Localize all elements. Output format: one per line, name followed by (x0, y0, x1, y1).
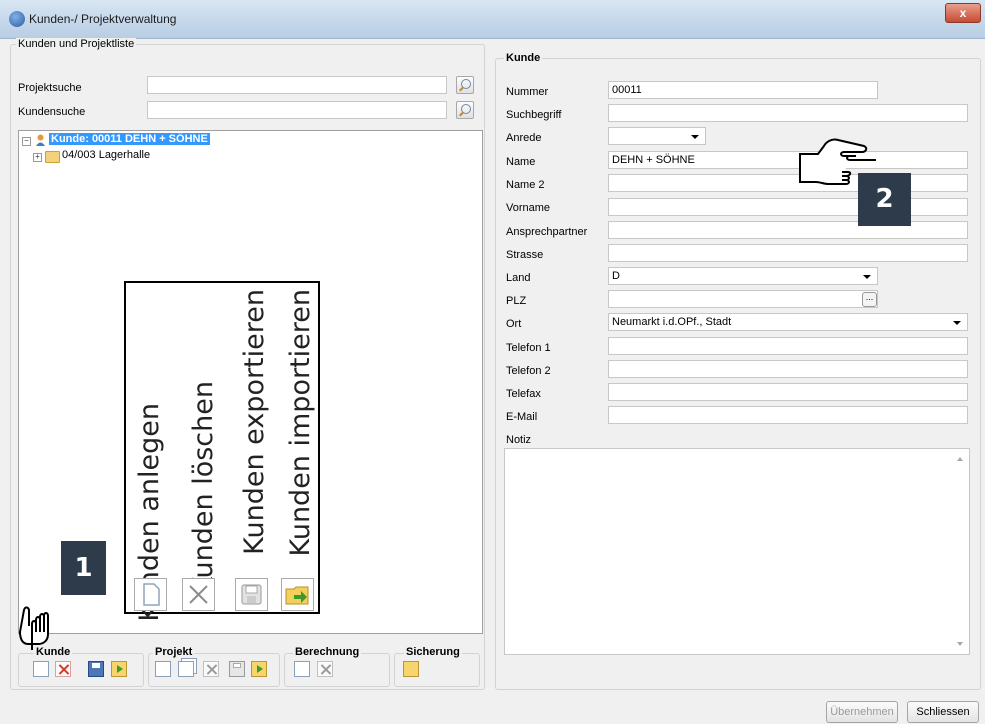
new-customer-button[interactable] (33, 661, 49, 677)
vorname-label: Vorname (506, 202, 551, 214)
delete-calculation-button[interactable] (317, 661, 333, 677)
window-title: Kunden-/ Projektverwaltung (29, 12, 177, 26)
close-window-button[interactable]: x (945, 3, 981, 23)
ansprechpartner-field[interactable] (608, 221, 968, 239)
nummer-field[interactable]: 00011 (608, 81, 878, 99)
chevron-down-icon (863, 275, 871, 279)
delete-project-button[interactable] (203, 661, 219, 677)
customer-form-legend: Kunde (504, 52, 543, 64)
new-calculation-button[interactable] (294, 661, 310, 677)
import-project-button[interactable] (251, 661, 267, 677)
name-label: Name (506, 156, 536, 168)
tree-item-project[interactable]: 04/003 Lagerhalle (62, 149, 150, 161)
kunde-toolbar-label: Kunde (34, 646, 73, 658)
customer-search-label: Kundensuche (18, 106, 86, 118)
save-icon (235, 578, 268, 611)
plz-label: PLZ (506, 295, 527, 307)
chevron-down-icon (953, 321, 961, 325)
import-folder-icon (281, 578, 314, 611)
tree-collapse-toggle[interactable]: − (22, 137, 31, 146)
land-label: Land (506, 272, 531, 284)
ort-label: Ort (506, 318, 522, 330)
callout-label-delete: Kunden löschen (188, 381, 219, 595)
strasse-label: Strasse (506, 249, 544, 261)
import-customer-button[interactable] (111, 661, 127, 677)
tree-expand-toggle[interactable]: + (33, 153, 42, 162)
suchbegriff-field[interactable] (608, 104, 968, 122)
sicherung-toolbar-label: Sicherung (404, 646, 462, 658)
folder-icon (45, 151, 60, 163)
projekt-toolbar-label: Projekt (153, 646, 195, 658)
title-bar: Kunden-/ Projektverwaltung x (0, 0, 985, 39)
customer-search-input[interactable] (147, 101, 447, 119)
project-search-input[interactable] (147, 76, 447, 94)
nummer-label: Nummer (506, 86, 549, 98)
copy-project-button[interactable] (178, 661, 194, 677)
notiz-label: Notiz (506, 434, 532, 446)
callout-label-export: Kunden exportieren (239, 289, 270, 555)
telefon2-field[interactable] (608, 360, 968, 378)
land-select[interactable]: D (608, 267, 878, 285)
berechnung-toolbar-label: Berechnung (293, 646, 362, 658)
callout-label-import: Kunden importieren (285, 289, 316, 557)
new-document-icon (134, 578, 167, 611)
delete-customer-button[interactable] (55, 661, 71, 677)
project-search-button[interactable] (456, 76, 474, 94)
customer-icon (35, 134, 46, 146)
ansprechpartner-label: Ansprechpartner (506, 226, 588, 238)
list-group-legend: Kunden und Projektliste (16, 38, 137, 50)
notiz-textarea[interactable] (504, 448, 970, 655)
chevron-down-icon (691, 135, 699, 139)
name-field[interactable]: DEHN + SÖHNE (608, 151, 968, 169)
strasse-field[interactable] (608, 244, 968, 262)
ort-value: Neumarkt i.d.OPf., Stadt (612, 316, 732, 328)
plz-field[interactable]: ... (608, 290, 878, 308)
app-icon (9, 11, 25, 27)
tree-item-customer[interactable]: Kunde: 00011 DEHN + SÖHNE (49, 133, 210, 145)
export-project-button[interactable] (229, 661, 245, 677)
name2-label: Name 2 (506, 179, 545, 191)
apply-button[interactable]: Übernehmen (826, 701, 898, 723)
anrede-select[interactable] (608, 127, 706, 145)
email-field[interactable] (608, 406, 968, 424)
land-value: D (612, 270, 620, 282)
tree-item-customer-label: Kunde: 00011 DEHN + SÖHNE (49, 133, 210, 145)
backup-folder-button[interactable] (403, 661, 419, 677)
email-label: E-Mail (506, 411, 538, 423)
telefon2-label: Telefon 2 (506, 365, 551, 377)
export-customer-button[interactable] (88, 661, 104, 677)
plz-lookup-button[interactable]: ... (862, 292, 877, 307)
suchbegriff-label: Suchbegriff (506, 109, 562, 121)
anrede-label: Anrede (506, 132, 542, 144)
pointing-hand-down-icon (18, 580, 68, 655)
toolbar-callout: Kunden anlegen Kunden löschen Kunden exp… (124, 281, 320, 622)
customer-search-button[interactable] (456, 101, 474, 119)
scroll-down-icon[interactable] (957, 642, 963, 646)
vorname-field[interactable] (608, 198, 968, 216)
new-project-button[interactable] (155, 661, 171, 677)
telefax-label: Telefax (506, 388, 541, 400)
delete-icon (182, 578, 215, 611)
step-badge-2: 2 (858, 173, 911, 226)
project-search-label: Projektsuche (18, 82, 82, 94)
telefon1-field[interactable] (608, 337, 968, 355)
ort-select[interactable]: Neumarkt i.d.OPf., Stadt (608, 313, 968, 331)
close-button[interactable]: Schliessen (907, 701, 979, 723)
telefon1-label: Telefon 1 (506, 342, 551, 354)
name2-field[interactable] (608, 174, 968, 192)
scroll-up-icon[interactable] (957, 457, 963, 461)
telefax-field[interactable] (608, 383, 968, 401)
